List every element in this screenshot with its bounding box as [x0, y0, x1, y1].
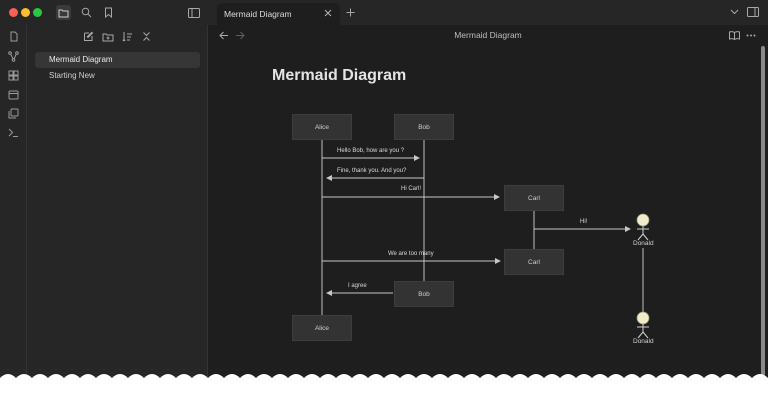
- actor-alice-top: Alice: [292, 114, 352, 140]
- message-label-1: Hello Bob, how are you ?: [337, 148, 405, 154]
- message-label-6: I agree: [348, 283, 367, 289]
- actor-bob-top: Bob: [394, 114, 454, 140]
- actor-donald-bottom-label: Donald: [633, 338, 654, 345]
- actor-bob-bottom: Bob: [394, 281, 454, 307]
- message-label-5: We are too many: [388, 251, 434, 257]
- app-window: Mermaid Diagram Starting New Mermaid Dia…: [0, 0, 768, 397]
- message-label-4: Hi!: [580, 219, 588, 225]
- torn-edge: [0, 374, 768, 397]
- actor-carl-created: Carl: [504, 185, 564, 211]
- message-label-2: Fine, thank you. And you?: [337, 168, 407, 174]
- actor-alice-bottom: Alice: [292, 315, 352, 341]
- actor-carl-bottom: Carl: [504, 249, 564, 275]
- actor-donald-top-label: Donald: [633, 240, 654, 247]
- donald-actor-figure-bottom: [636, 311, 650, 339]
- donald-actor-figure-top: [636, 213, 650, 241]
- message-label-3: Hi Carl!: [401, 186, 422, 192]
